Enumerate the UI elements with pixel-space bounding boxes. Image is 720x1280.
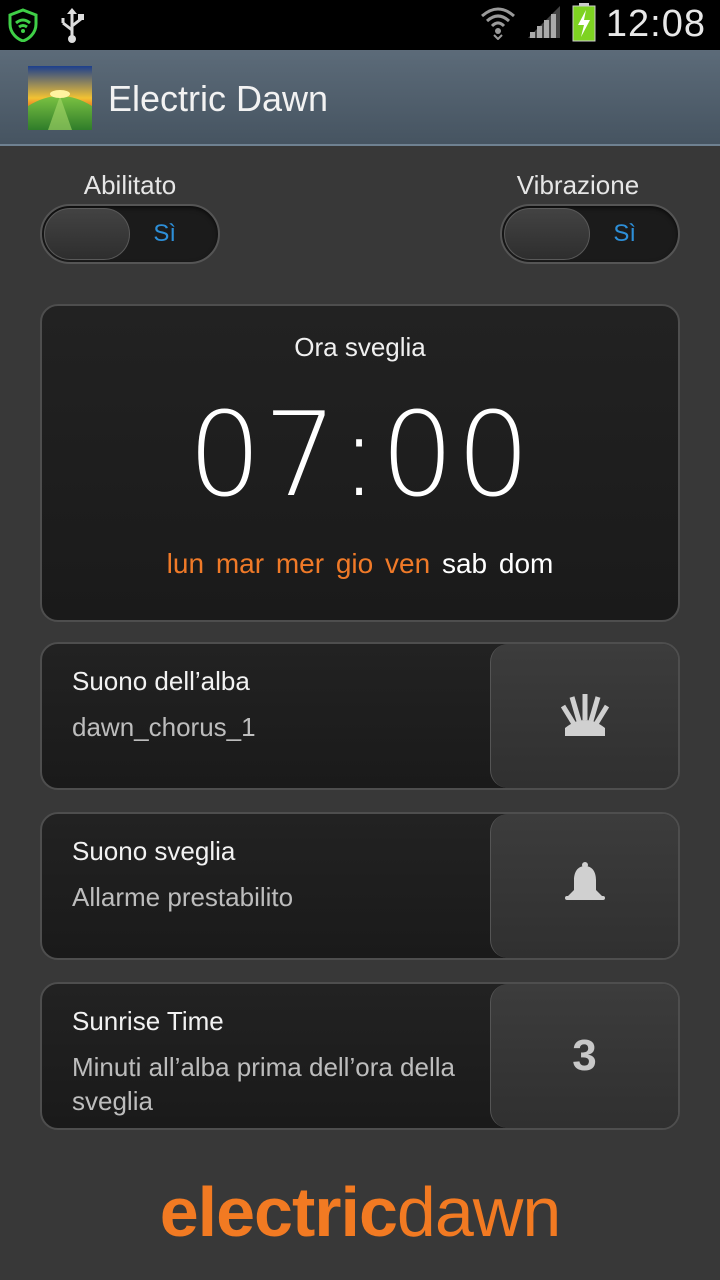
- usb-icon: [58, 6, 86, 49]
- alarm-sound-button[interactable]: [490, 814, 678, 958]
- signal-icon: [526, 4, 562, 45]
- electric-dawn-logo: electricdawn: [0, 1172, 720, 1252]
- sunrise-time-title: Sunrise Time: [72, 1006, 224, 1036]
- day-mar: mar: [215, 548, 265, 579]
- alarm-sound-value: Allarme prestabilito: [72, 882, 294, 912]
- action-bar: Electric Dawn: [0, 50, 720, 146]
- alarm-days[interactable]: lun mar mer gio ven sab dom: [42, 548, 678, 580]
- app-title: Electric Dawn: [108, 78, 329, 119]
- toggle-state-text: Sì: [153, 220, 176, 247]
- day-lun: lun: [166, 548, 205, 579]
- day-dom: dom: [498, 548, 554, 579]
- logo-dawn: dawn: [396, 1173, 561, 1251]
- sunrise-icon: [560, 692, 609, 741]
- sunrise-time-value: 3: [572, 1031, 597, 1080]
- bell-icon: [563, 861, 607, 911]
- enabled-toggle[interactable]: Sì: [40, 204, 220, 264]
- day-ven: ven: [385, 548, 431, 579]
- wifi-icon: [480, 4, 516, 45]
- dawn-sound-value: dawn_chorus_1: [72, 712, 256, 742]
- dawn-sound-title: Suono dell’alba: [72, 666, 250, 696]
- dawn-sound-row[interactable]: Suono dell’alba dawn_chorus_1: [40, 642, 680, 790]
- logo-electric: electric: [159, 1173, 398, 1251]
- toggle-knob: [504, 208, 590, 260]
- sunrise-time-button[interactable]: 3: [490, 984, 678, 1128]
- alarm-sound-row[interactable]: Suono sveglia Allarme prestabilito: [40, 812, 680, 960]
- day-mer: mer: [275, 548, 325, 579]
- dawn-sound-button[interactable]: [490, 644, 678, 788]
- alarm-sound-title: Suono sveglia: [72, 836, 236, 866]
- sunrise-time-row[interactable]: Sunrise Time Minuti all’alba prima dell’…: [40, 982, 680, 1130]
- shield-wifi-icon: [8, 8, 38, 47]
- alarm-time-value[interactable]: 07:00: [42, 388, 678, 523]
- alarm-time-card[interactable]: Ora sveglia 07:00 lun mar mer gio ven sa…: [40, 304, 680, 622]
- alarm-time-title: Ora sveglia: [294, 332, 426, 362]
- status-clock: 12:08: [605, 3, 706, 45]
- day-sab: sab: [441, 548, 488, 579]
- sunrise-time-description: Minuti all’alba prima dell’ora della sve…: [72, 1052, 455, 1116]
- enabled-label: Abilitato: [83, 170, 177, 200]
- battery-charging-icon: [572, 2, 596, 47]
- status-bar: 12:08: [0, 0, 720, 50]
- app-sunrise-icon[interactable]: [28, 66, 92, 130]
- vibration-label: Vibrazione: [516, 170, 640, 200]
- vibration-toggle[interactable]: Sì: [500, 204, 680, 264]
- day-gio: gio: [335, 548, 374, 579]
- toggle-state-text: Sì: [613, 220, 636, 247]
- toggle-knob: [44, 208, 130, 260]
